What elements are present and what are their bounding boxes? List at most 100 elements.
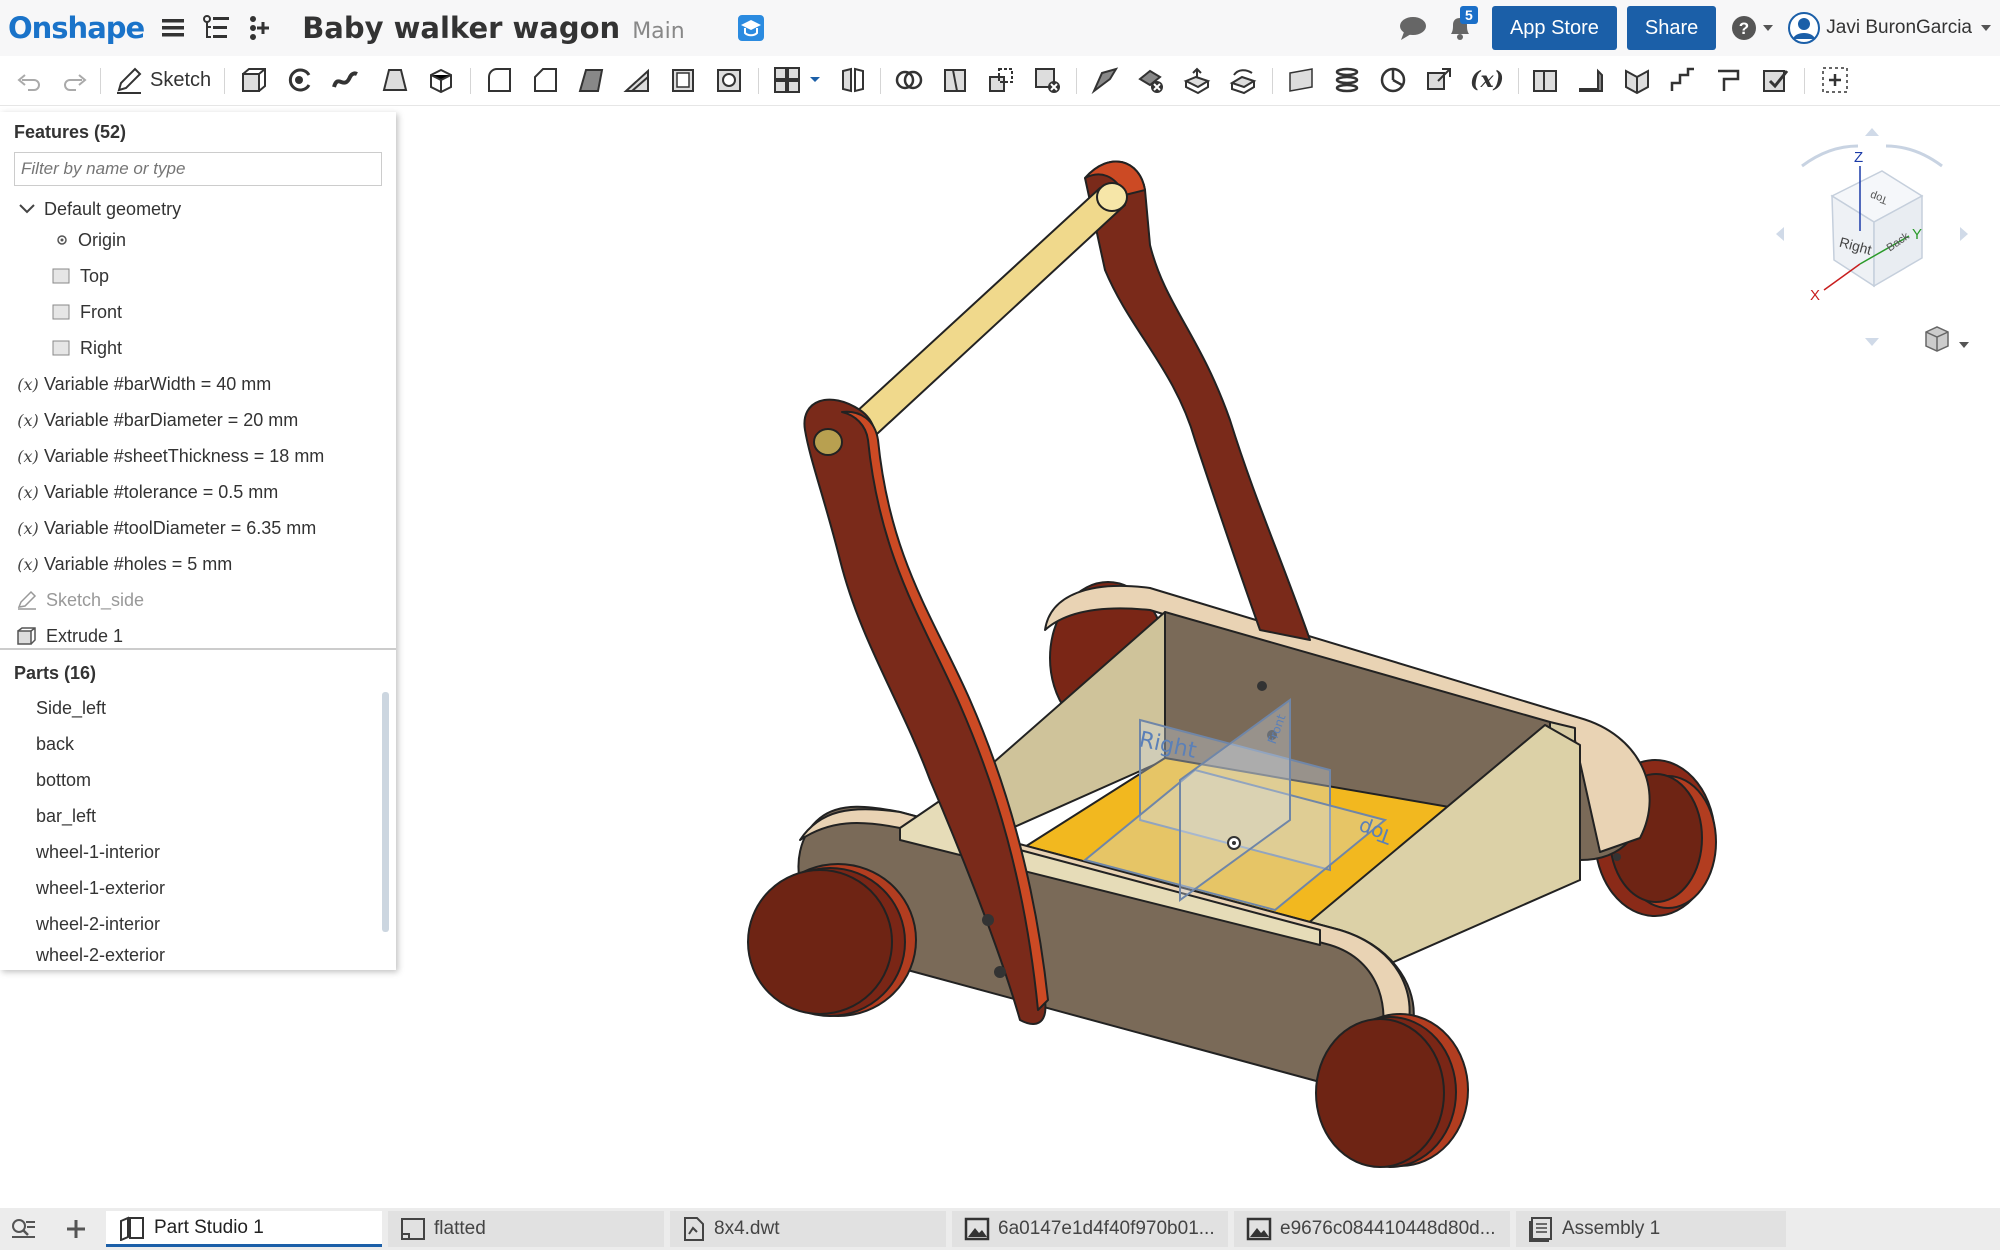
undo-icon[interactable] [14, 65, 44, 95]
plane-icon[interactable] [1286, 65, 1316, 95]
part-item[interactable]: wheel-2-interior [36, 909, 160, 939]
view-mode-cube-icon[interactable] [1922, 324, 1952, 359]
workspace-branch[interactable]: Main [632, 19, 685, 44]
parts-heading: Parts (16) [14, 663, 97, 683]
feature-item-extrude[interactable]: Extrude 1 [16, 621, 123, 651]
share-button[interactable]: Share [1626, 6, 1717, 50]
user-name[interactable]: Javi BuronGarcia [1826, 17, 1972, 39]
feature-filter-input[interactable] [14, 152, 382, 186]
view-rotate-right-icon [1960, 227, 1968, 241]
user-avatar-icon[interactable] [1788, 12, 1821, 44]
split-icon[interactable] [940, 65, 970, 95]
view-mode-chevron-icon[interactable] [1958, 336, 1970, 354]
derived-icon[interactable] [1424, 65, 1454, 95]
feature-item-top-plane[interactable]: Top [52, 261, 109, 291]
axis-label-y: Y [1912, 226, 1922, 243]
tab-part-studio-1[interactable]: Part Studio 1 [106, 1211, 382, 1247]
notifications-icon[interactable]: 5 [1446, 6, 1478, 42]
variable-icon[interactable]: (x) [1470, 65, 1504, 95]
rib-icon[interactable] [622, 65, 652, 95]
sketch-button[interactable]: Sketch [150, 69, 211, 92]
axis-label-x: X [1810, 287, 1820, 304]
tab-image-1[interactable]: 6a0147e1d4f40f970b01... [952, 1211, 1228, 1247]
feature-item-front-plane[interactable]: Front [52, 297, 122, 327]
sketch-pencil-icon[interactable] [114, 65, 144, 95]
feature-item-variable[interactable]: (x) Variable #holes = 5 mm [0, 549, 232, 579]
feature-list-icon[interactable] [202, 14, 232, 42]
pattern-dropdown-chevron-icon[interactable] [808, 65, 822, 95]
variable-icon: (x) [17, 518, 39, 538]
boolean-icon[interactable] [894, 65, 924, 95]
delete-face-icon[interactable] [1136, 65, 1166, 95]
pattern-icon[interactable] [772, 65, 802, 95]
fillet-icon[interactable] [484, 65, 514, 95]
parts-scrollbar[interactable] [382, 692, 389, 932]
mirror-icon[interactable] [838, 65, 868, 95]
part-item[interactable]: bottom [36, 765, 91, 795]
user-menu-chevron-icon[interactable] [1980, 24, 1992, 32]
transform-icon[interactable] [986, 65, 1016, 95]
insert-icon[interactable] [246, 14, 274, 42]
sweep-icon[interactable] [330, 65, 360, 95]
add-tab-icon[interactable] [64, 1217, 88, 1246]
revolve-icon[interactable] [284, 65, 314, 95]
thicken-icon[interactable] [426, 65, 456, 95]
sheet-metal-icon[interactable] [1530, 65, 1560, 95]
comments-icon[interactable] [1398, 15, 1428, 41]
redo-icon[interactable] [60, 65, 90, 95]
helix-icon[interactable] [1332, 65, 1362, 95]
extrude-icon[interactable] [238, 65, 268, 95]
tab-bar: Part Studio 1 flatted 8x4.dwt 6a0147e1d4… [0, 1208, 2000, 1250]
feature-label: Variable #holes = 5 mm [44, 553, 233, 574]
hem-icon[interactable] [1668, 65, 1698, 95]
chamfer-icon[interactable] [530, 65, 560, 95]
feature-item-sketch-side[interactable]: Sketch_side [16, 585, 144, 615]
default-geometry-node[interactable]: Default geometry [18, 194, 181, 224]
feature-item-variable[interactable]: (x) Variable #sheetThickness = 18 mm [0, 441, 324, 471]
feature-item-variable[interactable]: (x) Variable #toolDiameter = 6.35 mm [0, 513, 316, 543]
draft-icon[interactable] [576, 65, 606, 95]
tab-manager-icon[interactable] [10, 1218, 36, 1245]
feature-item-variable[interactable]: (x) Variable #barWidth = 40 mm [0, 369, 271, 399]
learning-center-icon[interactable] [737, 14, 765, 42]
tab-8x4-dwt[interactable]: 8x4.dwt [670, 1211, 946, 1247]
part-item[interactable]: wheel-1-exterior [36, 873, 165, 903]
bend-relief-icon[interactable] [1714, 65, 1744, 95]
help-icon[interactable]: ? [1730, 14, 1758, 42]
hole-icon[interactable] [714, 65, 744, 95]
move-face-icon[interactable] [1182, 65, 1212, 95]
chevron-down-icon[interactable] [18, 203, 36, 215]
shell-icon[interactable] [668, 65, 698, 95]
part-item[interactable]: wheel-2-exterior [36, 945, 165, 967]
delete-part-icon[interactable] [1032, 65, 1062, 95]
app-store-button[interactable]: App Store [1491, 6, 1617, 50]
document-title[interactable]: Baby walker wagon [302, 11, 620, 45]
replace-face-icon[interactable] [1228, 65, 1258, 95]
sketch-pencil-icon [17, 590, 37, 610]
tab-feature-icon[interactable] [1622, 65, 1652, 95]
hamburger-menu-icon[interactable] [160, 15, 186, 41]
part-item[interactable]: Side_left [36, 693, 106, 723]
loft-icon[interactable] [380, 65, 410, 95]
tab-flatted[interactable]: flatted [388, 1211, 664, 1247]
feature-item-variable[interactable]: (x) Variable #barDiameter = 20 mm [0, 405, 298, 435]
add-custom-feature-icon[interactable] [1820, 65, 1850, 95]
finish-sheet-metal-icon[interactable] [1760, 65, 1790, 95]
axis-label-z: Z [1854, 149, 1863, 166]
part-item[interactable]: wheel-1-interior [36, 837, 160, 867]
feature-item-origin[interactable]: Origin [56, 225, 126, 255]
tab-image-2[interactable]: e9676c084410448d80d... [1234, 1211, 1510, 1247]
help-dropdown-chevron-icon[interactable] [1762, 24, 1774, 32]
feature-item-variable[interactable]: (x) Variable #tolerance = 0.5 mm [0, 477, 278, 507]
modify-fillet-icon[interactable] [1090, 65, 1120, 95]
part-item[interactable]: back [36, 729, 74, 759]
feature-item-right-plane[interactable]: Right [52, 333, 122, 363]
tab-assembly-1[interactable]: Assembly 1 [1516, 1211, 1786, 1247]
view-rotate-up-icon [1865, 128, 1879, 136]
part-label: Side_left [36, 697, 107, 718]
onshape-logo[interactable]: Onshape [8, 11, 145, 45]
toolbar-divider [758, 68, 759, 94]
measure-icon[interactable] [1378, 65, 1408, 95]
part-item[interactable]: bar_left [36, 801, 96, 831]
flange-icon[interactable] [1576, 65, 1606, 95]
